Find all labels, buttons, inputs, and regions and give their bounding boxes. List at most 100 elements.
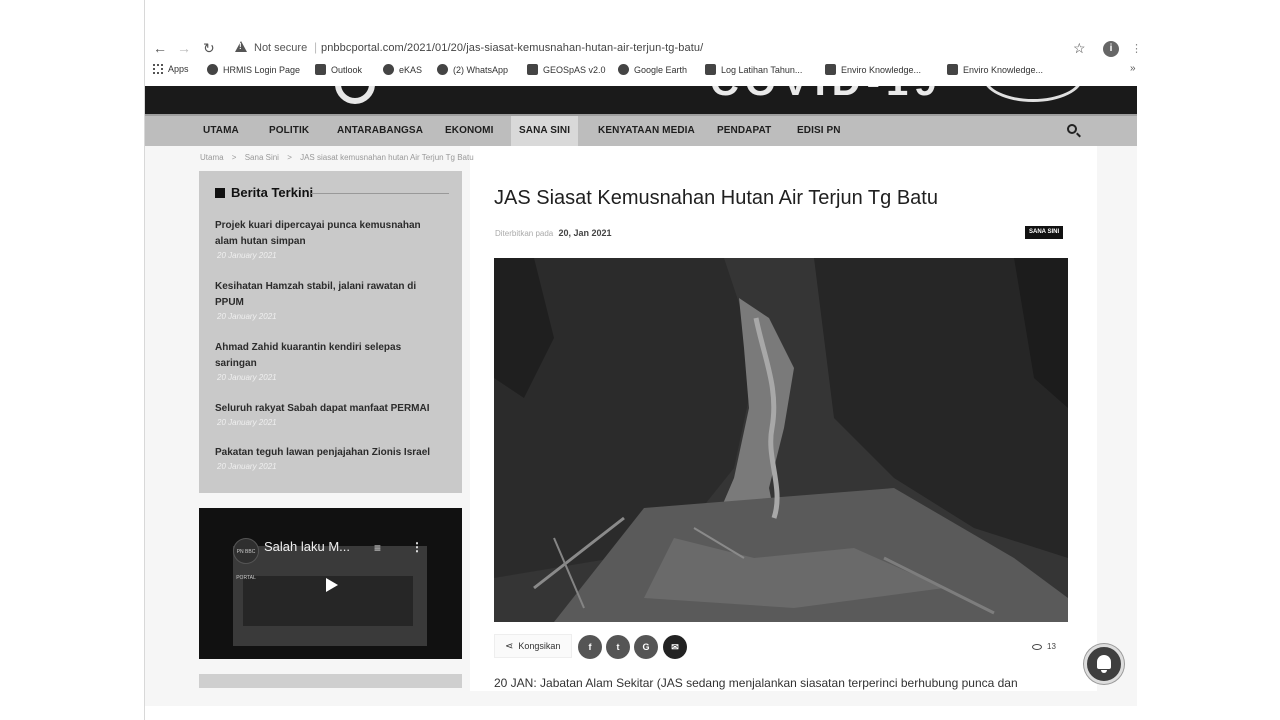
globe-icon xyxy=(207,64,218,75)
reload-icon[interactable]: ↻ xyxy=(203,40,215,57)
news-date: 20 January 2021 xyxy=(217,251,277,260)
main-navbar: UTAMA POLITIK ANTARABANGSA EKONOMI SANA … xyxy=(145,114,1137,146)
more-options-icon[interactable]: ⋮ xyxy=(411,540,423,554)
video-thumbnail[interactable] xyxy=(233,546,427,646)
playlist-icon[interactable]: ≡ xyxy=(374,541,381,555)
widget-title: Berita Terkini xyxy=(215,185,313,200)
article-body: 20 JAN: Jabatan Alam Sekitar (JAS sedang… xyxy=(494,676,1018,690)
address-bar-row: ← → ↻ Not secure | pnbbcportal.com/2021/… xyxy=(145,38,1142,60)
bookmark-ekas[interactable]: eKAS xyxy=(383,64,422,75)
nav-item-politik[interactable]: POLITIK xyxy=(269,116,309,146)
bookmark-apps[interactable]: Apps xyxy=(153,64,189,74)
widget-title-divider xyxy=(311,193,449,194)
view-count: 13 xyxy=(1032,642,1056,651)
enviro-icon xyxy=(825,64,836,75)
news-title[interactable]: Pakatan teguh lawan penjajahan Zionis Is… xyxy=(215,445,445,461)
header-banner-graphic: COVID-19 xyxy=(710,86,943,105)
next-widget xyxy=(199,674,462,688)
browser-chrome: ← → ↻ Not secure | pnbbcportal.com/2021/… xyxy=(145,36,1142,86)
not-secure-label[interactable]: Not secure xyxy=(254,42,307,54)
channel-logo[interactable]: PN BBC PORTAL xyxy=(233,538,259,581)
nav-item-antarabangsa[interactable]: ANTARABANGSA xyxy=(337,116,423,146)
breadcrumb-separator: > xyxy=(231,153,237,162)
share-button[interactable]: ⋖ Kongsikan xyxy=(494,634,572,658)
nav-item-ekonomi[interactable]: EKONOMI xyxy=(445,116,493,146)
document-icon xyxy=(705,64,716,75)
news-title[interactable]: Kesihatan Hamzah stabil, jalani rawatan … xyxy=(215,279,445,311)
apps-grid-icon xyxy=(153,64,163,74)
video-title[interactable]: Salah laku M... xyxy=(264,539,350,554)
bookmark-geospas[interactable]: GEOSpAS v2.0 xyxy=(527,64,606,75)
email-icon[interactable]: ✉ xyxy=(663,635,687,659)
google-icon[interactable]: G xyxy=(634,635,658,659)
landslide-photo xyxy=(494,258,1068,622)
bookmarks-overflow-icon[interactable]: » xyxy=(1130,63,1136,74)
globe-icon xyxy=(383,64,394,75)
latest-news-widget: Berita Terkini Projek kuari dipercayai p… xyxy=(199,171,462,493)
news-item[interactable]: Pakatan teguh lawan penjajahan Zionis Is… xyxy=(215,445,445,471)
article-meta: Diterbitkan pada 20, Jan 2021 xyxy=(495,228,612,238)
bookmark-log-latihan[interactable]: Log Latihan Tahun... xyxy=(705,64,802,75)
breadcrumb-current: JAS siasat kemusnahan hutan Air Terjun T… xyxy=(300,153,474,162)
warning-icon xyxy=(235,41,247,52)
breadcrumb-category[interactable]: Sana Sini xyxy=(245,153,279,162)
star-icon[interactable]: ☆ xyxy=(1073,40,1086,57)
news-title[interactable]: Projek kuari dipercayai punca kemusnahan… xyxy=(215,218,445,250)
breadcrumb-home[interactable]: Utama xyxy=(200,153,224,162)
news-date: 20 January 2021 xyxy=(217,462,277,471)
url-separator: | xyxy=(314,40,318,54)
header-banner-shape xyxy=(983,86,1083,102)
back-icon[interactable]: ← xyxy=(153,40,167,56)
enviro-icon xyxy=(947,64,958,75)
forward-icon[interactable]: → xyxy=(177,40,191,56)
nav-item-edisi-pn[interactable]: EDISI PN xyxy=(797,116,841,146)
video-embed[interactable]: PN BBC PORTAL Salah laku M... ≡ ⋮ xyxy=(199,508,462,659)
nav-item-utama[interactable]: UTAMA xyxy=(203,116,239,146)
search-icon[interactable] xyxy=(1067,124,1077,134)
outlook-icon xyxy=(315,64,326,75)
news-title[interactable]: Seluruh rakyat Sabah dapat manfaat PERMA… xyxy=(215,401,445,417)
share-icon: ⋖ xyxy=(505,640,514,652)
bookmark-hrmis[interactable]: HRMIS Login Page xyxy=(207,64,300,75)
eye-icon xyxy=(1032,643,1042,650)
breadcrumb: Utama > Sana Sini > JAS siasat kemusnaha… xyxy=(200,153,480,162)
notification-button[interactable] xyxy=(1084,644,1124,684)
news-item[interactable]: Ahmad Zahid kuarantin kendiri selepas sa… xyxy=(215,340,445,382)
nav-item-kenyataan-media[interactable]: KENYATAAN MEDIA xyxy=(598,116,695,146)
whatsapp-icon xyxy=(437,64,448,75)
published-date: 20, Jan 2021 xyxy=(558,228,612,238)
article-title: JAS Siasat Kemusnahan Hutan Air Terjun T… xyxy=(494,187,938,209)
address-bar-url[interactable]: pnbbcportal.com/2021/01/20/jas-siasat-ke… xyxy=(321,42,703,54)
bookmark-enviro-2[interactable]: Enviro Knowledge... xyxy=(947,64,1043,75)
nav-item-sana-sini[interactable]: SANA SINI xyxy=(511,116,579,146)
facebook-icon[interactable]: f xyxy=(578,635,602,659)
bookmark-google-earth[interactable]: Google Earth xyxy=(618,64,687,75)
nav-item-pendapat[interactable]: PENDAPAT xyxy=(717,116,771,146)
news-item[interactable]: Kesihatan Hamzah stabil, jalani rawatan … xyxy=(215,279,445,321)
site-header-banner: COVID-19 xyxy=(145,86,1137,114)
profile-icon[interactable]: i xyxy=(1103,41,1119,57)
category-badge[interactable]: SANA SINI xyxy=(1025,226,1064,239)
news-date: 20 January 2021 xyxy=(217,418,277,427)
news-date: 20 January 2021 xyxy=(217,312,277,321)
geospas-icon xyxy=(527,64,538,75)
breadcrumb-separator: > xyxy=(287,153,292,162)
square-bullet-icon xyxy=(215,187,225,198)
news-item[interactable]: Seluruh rakyat Sabah dapat manfaat PERMA… xyxy=(215,401,445,427)
bell-icon xyxy=(1097,655,1111,673)
play-icon[interactable] xyxy=(326,578,338,592)
bookmark-outlook[interactable]: Outlook xyxy=(315,64,362,75)
bookmark-enviro-1[interactable]: Enviro Knowledge... xyxy=(825,64,921,75)
browser-menu-icon[interactable]: ⋮ xyxy=(1131,42,1142,55)
article-photo xyxy=(494,258,1068,622)
bookmark-whatsapp[interactable]: (2) WhatsApp xyxy=(437,64,508,75)
news-title[interactable]: Ahmad Zahid kuarantin kendiri selepas sa… xyxy=(215,340,445,372)
header-logo-graphic xyxy=(335,86,375,104)
google-earth-icon xyxy=(618,64,629,75)
news-date: 20 January 2021 xyxy=(217,373,277,382)
share-bar: ⋖ Kongsikan f t G ✉ 13 xyxy=(494,634,1068,660)
twitter-icon[interactable]: t xyxy=(606,635,630,659)
published-label: Diterbitkan pada xyxy=(495,229,554,238)
news-item[interactable]: Projek kuari dipercayai punca kemusnahan… xyxy=(215,218,445,260)
bookmarks-bar: Apps HRMIS Login Page Outlook eKAS (2) W… xyxy=(145,62,1140,80)
